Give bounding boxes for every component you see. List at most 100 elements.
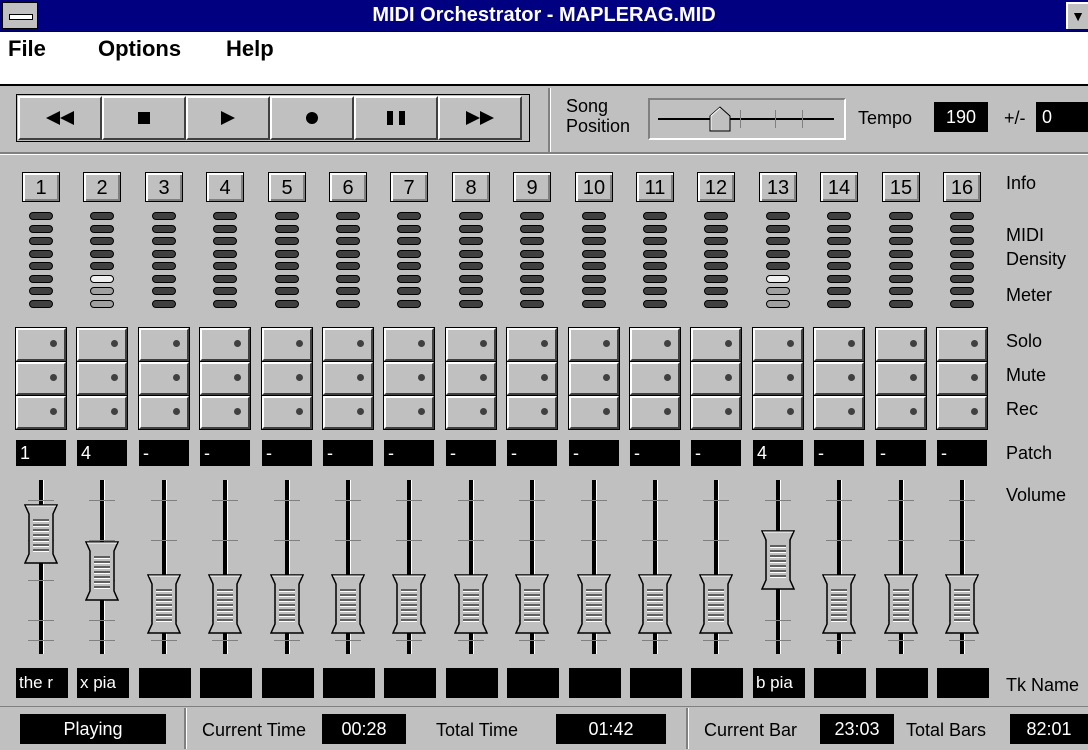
channel-button-14[interactable]: 14 <box>820 172 858 202</box>
track-name-8[interactable] <box>446 668 498 698</box>
solo-button-12[interactable] <box>690 327 742 362</box>
rec-button-10[interactable] <box>568 395 620 430</box>
volume-fader-7[interactable] <box>392 574 426 635</box>
mute-button-4[interactable] <box>199 361 251 396</box>
rec-button-14[interactable] <box>813 395 865 430</box>
patch-display-3[interactable]: - <box>139 440 189 466</box>
mute-button-2[interactable] <box>76 361 128 396</box>
patch-display-6[interactable]: - <box>323 440 373 466</box>
solo-button-1[interactable] <box>15 327 67 362</box>
rec-button-12[interactable] <box>690 395 742 430</box>
volume-fader-6[interactable] <box>331 574 365 635</box>
patch-display-5[interactable]: - <box>262 440 312 466</box>
solo-button-8[interactable] <box>445 327 497 362</box>
system-menu-button[interactable] <box>2 2 38 29</box>
track-name-5[interactable] <box>262 668 314 698</box>
channel-button-2[interactable]: 2 <box>83 172 121 202</box>
mute-button-7[interactable] <box>383 361 435 396</box>
channel-button-8[interactable]: 8 <box>452 172 490 202</box>
solo-button-2[interactable] <box>76 327 128 362</box>
patch-display-1[interactable]: 1 <box>16 440 66 466</box>
volume-fader-2[interactable] <box>85 541 119 602</box>
track-name-1[interactable]: the r <box>16 668 68 698</box>
menu-help[interactable]: Help <box>226 36 274 62</box>
record-button[interactable] <box>270 96 354 140</box>
patch-display-2[interactable]: 4 <box>77 440 127 466</box>
rec-button-3[interactable] <box>138 395 190 430</box>
volume-fader-3[interactable] <box>147 574 181 635</box>
menu-file[interactable]: File <box>8 36 46 62</box>
mute-button-6[interactable] <box>322 361 374 396</box>
track-name-11[interactable] <box>630 668 682 698</box>
stop-button[interactable] <box>102 96 186 140</box>
mute-button-9[interactable] <box>506 361 558 396</box>
volume-fader-9[interactable] <box>515 574 549 635</box>
channel-button-9[interactable]: 9 <box>513 172 551 202</box>
rewind-button[interactable] <box>18 96 102 140</box>
track-name-13[interactable]: b pia <box>753 668 805 698</box>
channel-button-11[interactable]: 11 <box>636 172 674 202</box>
mute-button-8[interactable] <box>445 361 497 396</box>
track-name-9[interactable] <box>507 668 559 698</box>
track-name-6[interactable] <box>323 668 375 698</box>
solo-button-16[interactable] <box>936 327 988 362</box>
solo-button-6[interactable] <box>322 327 374 362</box>
tempo-value[interactable]: 190 <box>934 102 988 132</box>
solo-button-10[interactable] <box>568 327 620 362</box>
channel-button-7[interactable]: 7 <box>390 172 428 202</box>
rec-button-4[interactable] <box>199 395 251 430</box>
track-name-7[interactable] <box>384 668 436 698</box>
solo-button-11[interactable] <box>629 327 681 362</box>
menu-options[interactable]: Options <box>98 36 181 62</box>
solo-button-3[interactable] <box>138 327 190 362</box>
channel-button-10[interactable]: 10 <box>575 172 613 202</box>
volume-fader-14[interactable] <box>822 574 856 635</box>
song-position-thumb[interactable] <box>709 106 731 132</box>
patch-display-11[interactable]: - <box>630 440 680 466</box>
channel-button-13[interactable]: 13 <box>759 172 797 202</box>
rec-button-11[interactable] <box>629 395 681 430</box>
mute-button-3[interactable] <box>138 361 190 396</box>
volume-fader-10[interactable] <box>577 574 611 635</box>
volume-fader-15[interactable] <box>884 574 918 635</box>
solo-button-9[interactable] <box>506 327 558 362</box>
patch-display-8[interactable]: - <box>446 440 496 466</box>
rec-button-8[interactable] <box>445 395 497 430</box>
mute-button-13[interactable] <box>752 361 804 396</box>
rec-button-2[interactable] <box>76 395 128 430</box>
mute-button-14[interactable] <box>813 361 865 396</box>
rec-button-1[interactable] <box>15 395 67 430</box>
mute-button-11[interactable] <box>629 361 681 396</box>
patch-display-7[interactable]: - <box>384 440 434 466</box>
pause-button[interactable] <box>354 96 438 140</box>
rec-button-6[interactable] <box>322 395 374 430</box>
volume-fader-1[interactable] <box>24 503 58 564</box>
track-name-16[interactable] <box>937 668 989 698</box>
patch-display-12[interactable]: - <box>691 440 741 466</box>
volume-fader-16[interactable] <box>945 574 979 635</box>
channel-button-5[interactable]: 5 <box>268 172 306 202</box>
track-name-2[interactable]: x pia <box>77 668 129 698</box>
track-name-12[interactable] <box>691 668 743 698</box>
mute-button-5[interactable] <box>261 361 313 396</box>
rec-button-16[interactable] <box>936 395 988 430</box>
patch-display-16[interactable]: - <box>937 440 987 466</box>
mute-button-10[interactable] <box>568 361 620 396</box>
solo-button-13[interactable] <box>752 327 804 362</box>
channel-button-6[interactable]: 6 <box>329 172 367 202</box>
volume-fader-11[interactable] <box>638 574 672 635</box>
volume-fader-4[interactable] <box>208 574 242 635</box>
patch-display-9[interactable]: - <box>507 440 557 466</box>
channel-button-12[interactable]: 12 <box>697 172 735 202</box>
solo-button-14[interactable] <box>813 327 865 362</box>
volume-fader-5[interactable] <box>270 574 304 635</box>
mute-button-12[interactable] <box>690 361 742 396</box>
channel-button-16[interactable]: 16 <box>943 172 981 202</box>
rec-button-13[interactable] <box>752 395 804 430</box>
channel-button-3[interactable]: 3 <box>145 172 183 202</box>
play-button[interactable] <box>186 96 270 140</box>
solo-button-15[interactable] <box>875 327 927 362</box>
volume-fader-13[interactable] <box>761 529 795 590</box>
mute-button-15[interactable] <box>875 361 927 396</box>
solo-button-4[interactable] <box>199 327 251 362</box>
